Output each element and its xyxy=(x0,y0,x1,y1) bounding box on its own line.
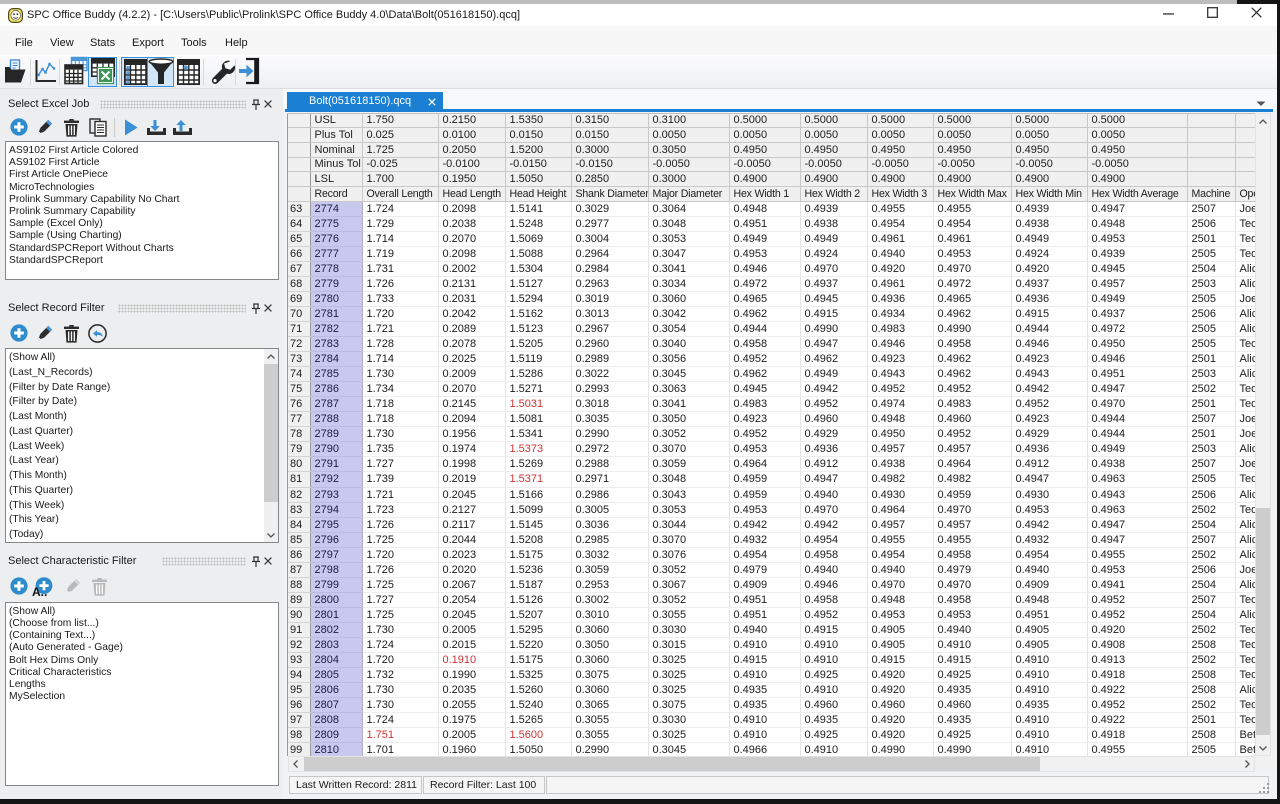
svg-text:A..: A.. xyxy=(32,585,47,599)
